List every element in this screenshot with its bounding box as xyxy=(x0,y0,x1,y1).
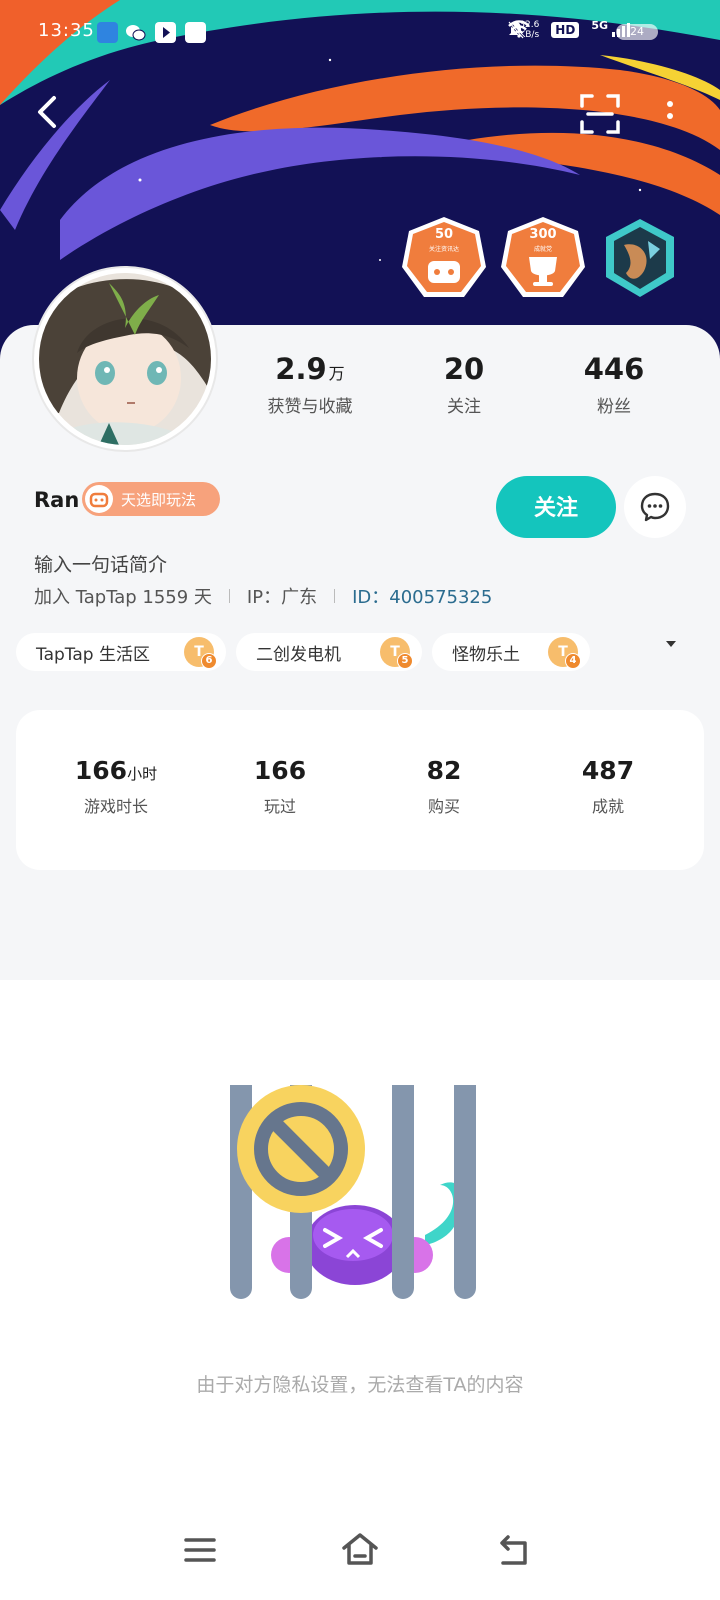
back-button[interactable] xyxy=(30,92,70,132)
badge-number: 300 xyxy=(529,227,557,242)
back-icon xyxy=(500,1535,527,1565)
home-button[interactable] xyxy=(332,1522,388,1578)
likes-unit: 万 xyxy=(328,364,345,383)
play-time-stat[interactable]: 166小时 游戏时长 xyxy=(36,756,196,817)
back-arrow-icon xyxy=(38,96,56,128)
video-app-icon xyxy=(155,22,176,43)
group-chip[interactable]: 怪物乐土 T4 xyxy=(432,633,590,671)
play-time-label: 游戏时长 xyxy=(83,797,148,816)
profile-page: 13:35 32.6 KB/s HD 5G 24 50 关注资讯达 300 成就… xyxy=(0,0,720,1600)
scan-icon xyxy=(580,94,620,134)
followers-label: 粉丝 xyxy=(597,397,631,417)
level-badge: T5 xyxy=(380,637,413,669)
played-value: 166 xyxy=(253,756,307,785)
privacy-illustration xyxy=(225,1059,495,1335)
group-chip[interactable]: 二创发电机 T5 xyxy=(236,633,422,671)
app-square-icon xyxy=(185,22,206,43)
purchased-label: 购买 xyxy=(427,797,460,816)
purchased-stat[interactable]: 82 购买 xyxy=(364,756,524,817)
following-stat[interactable]: 20 关注 xyxy=(394,352,534,417)
back-nav-button[interactable] xyxy=(486,1522,542,1578)
avatar-image xyxy=(39,273,211,445)
join-days: 加入 TapTap 1559 天 xyxy=(34,587,212,608)
locked-content-illustration xyxy=(230,1059,476,1299)
divider xyxy=(334,589,336,603)
menu-icon xyxy=(184,1538,216,1562)
follow-button[interactable]: 关注 xyxy=(496,476,616,538)
app-notification-icon xyxy=(97,22,118,43)
avatar[interactable] xyxy=(34,268,216,450)
privacy-message: 由于对方隐私设置，无法查看TA的内容 xyxy=(196,1374,524,1396)
divider xyxy=(228,589,230,603)
group-name: 怪物乐土 xyxy=(452,644,520,665)
badge-character-medal[interactable] xyxy=(600,215,688,303)
network-type: 5G xyxy=(591,18,608,32)
caret-down-icon xyxy=(666,641,676,647)
play-time-unit: 小时 xyxy=(127,765,158,783)
scan-button[interactable] xyxy=(578,92,622,136)
play-time-value: 166 xyxy=(74,756,128,785)
message-button[interactable] xyxy=(624,476,686,538)
recents-button[interactable] xyxy=(172,1522,228,1578)
character-medal-icon xyxy=(606,219,674,297)
title-badge-label: 天选即玩法 xyxy=(121,490,197,509)
game-stats-card: 166小时 游戏时长 166 玩过 82 购买 487 成就 xyxy=(16,710,704,870)
hd-badge: HD xyxy=(551,22,580,38)
group-chip[interactable]: TapTap 生活区 T6 xyxy=(16,633,226,671)
wechat-icon xyxy=(125,22,146,43)
following-label: 关注 xyxy=(447,397,481,417)
battery-indicator: 24 xyxy=(616,24,658,40)
group-name: TapTap 生活区 xyxy=(36,644,150,665)
badge-subtitle: 成就党 xyxy=(533,246,552,253)
followers-value: 446 xyxy=(583,352,645,386)
purchased-value: 82 xyxy=(426,756,462,785)
more-button[interactable] xyxy=(660,98,680,132)
group-chips: TapTap 生活区 T6 二创发电机 T5 怪物乐土 T4 xyxy=(16,633,676,673)
played-stat[interactable]: 166 玩过 xyxy=(200,756,360,817)
likes-stat[interactable]: 2.9 万 获赞与收藏 xyxy=(240,352,380,417)
ip-location: IP：广东 xyxy=(246,587,318,608)
level-badge: T6 xyxy=(184,637,217,669)
user-name: Ran xyxy=(34,488,80,512)
bio-text: 输入一句话简介 xyxy=(34,554,168,576)
achievements-value: 487 xyxy=(581,756,635,785)
following-value: 20 xyxy=(443,352,485,386)
controller-icon xyxy=(85,485,113,513)
group-name: 二创发电机 xyxy=(256,644,341,665)
badge-achievements-300[interactable]: 300 成就党 xyxy=(499,215,587,303)
title-badge[interactable]: 天选即玩法 xyxy=(82,482,220,516)
level-number: 6 xyxy=(201,653,217,669)
expand-groups-button[interactable] xyxy=(660,635,682,653)
system-nav-bar xyxy=(0,1516,720,1600)
badge-subtitle: 关注资讯达 xyxy=(428,246,459,253)
achievement-badges: 50 关注资讯达 300 成就党 xyxy=(400,215,700,305)
followers-stat[interactable]: 446 粉丝 xyxy=(544,352,684,417)
badge-number: 50 xyxy=(434,227,454,242)
profile-meta: 加入 TapTap 1559 天 IP：广东 ID：400575325 xyxy=(34,583,492,609)
level-number: 5 xyxy=(397,653,413,669)
likes-value: 2.9 xyxy=(275,352,327,386)
status-time: 13:35 xyxy=(38,20,95,41)
level-number: 4 xyxy=(565,653,581,669)
achievements-label: 成就 xyxy=(591,797,624,816)
user-id[interactable]: ID：400575325 xyxy=(352,583,492,609)
level-badge: T4 xyxy=(548,637,581,669)
more-vertical-icon xyxy=(667,101,673,119)
achievements-stat[interactable]: 487 成就 xyxy=(528,756,688,817)
home-icon xyxy=(342,1533,378,1565)
likes-label: 获赞与收藏 xyxy=(267,397,353,417)
status-bar: 13:35 32.6 KB/s HD 5G 24 xyxy=(0,0,720,64)
played-label: 玩过 xyxy=(263,797,296,816)
chat-bubble-icon xyxy=(640,492,670,522)
badge-followers-50[interactable]: 50 关注资讯达 xyxy=(400,215,488,303)
